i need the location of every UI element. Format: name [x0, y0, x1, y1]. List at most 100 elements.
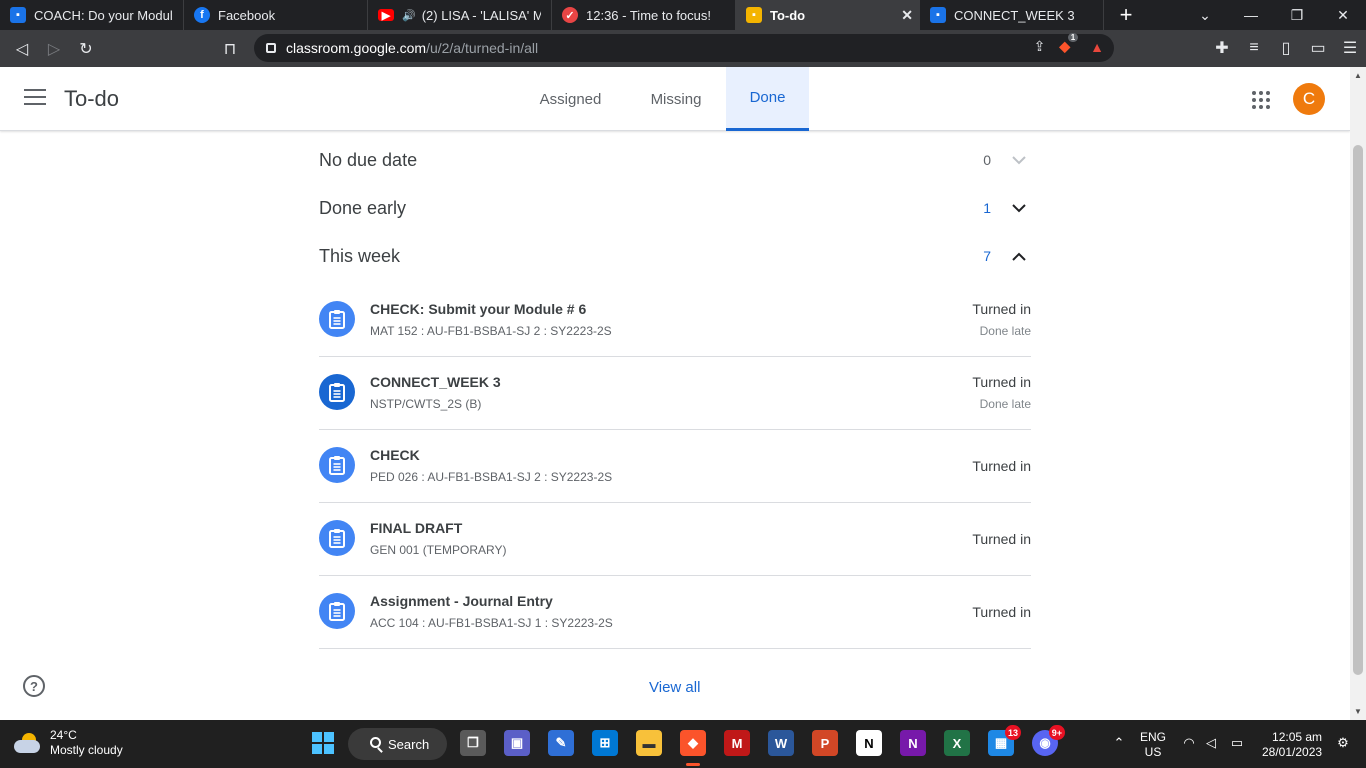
address-bar[interactable]: classroom.google.com/u/2/a/turned-in/all…	[254, 33, 1114, 62]
extensions-icon[interactable]: ✚	[1206, 32, 1238, 64]
list-item[interactable]: Assignment - Journal Entry ACC 104 : AU-…	[319, 576, 1031, 649]
facebook-icon: f	[194, 7, 210, 23]
notifications-icon[interactable]: ⚙	[1330, 730, 1356, 756]
url-host: classroom.google.com	[286, 40, 427, 56]
bookmark-icon[interactable]: ⊓	[214, 33, 246, 65]
tab-missing[interactable]: Missing	[634, 67, 718, 131]
weather-temp: 24°C	[50, 728, 77, 742]
mcafee-icon[interactable]: M	[724, 730, 750, 756]
volume-icon[interactable]: ◁	[1198, 730, 1224, 756]
windows-start-icon[interactable]	[310, 730, 336, 756]
classroom-icon: ▪	[930, 7, 946, 23]
lang-secondary: US	[1144, 745, 1162, 759]
assignment-class: NSTP/CWTS_2S (B)	[370, 397, 482, 411]
teams-chat-icon[interactable]: ▣	[504, 730, 530, 756]
menu-icon[interactable]: ☰	[1334, 32, 1366, 64]
speaker-icon[interactable]: 🔊	[402, 9, 416, 22]
list-item[interactable]: FINAL DRAFT GEN 001 (TEMPORARY) Turned i…	[319, 503, 1031, 576]
new-tab-button[interactable]: +	[1104, 0, 1148, 30]
browser-tab[interactable]: f Facebook	[184, 0, 368, 30]
section-count: 0	[983, 152, 991, 168]
section-no-due-date[interactable]: No due date 0	[319, 140, 1031, 180]
section-this-week[interactable]: This week 7	[319, 236, 1031, 276]
restore-button[interactable]: ❐	[1274, 0, 1320, 30]
scroll-thumb[interactable]	[1353, 145, 1363, 675]
section-count: 7	[983, 248, 991, 264]
status-text: Turned in	[972, 458, 1031, 474]
scrollbar[interactable]: ▲ ▼	[1350, 67, 1366, 720]
lock-icon	[266, 43, 276, 53]
tab-assigned[interactable]: Assigned	[523, 67, 618, 131]
status-text: Turned in	[972, 604, 1031, 620]
close-tab-icon[interactable]: ✕	[901, 7, 913, 24]
excel-icon[interactable]: X	[944, 730, 970, 756]
avatar[interactable]: C	[1293, 83, 1325, 115]
browser-tab[interactable]: ▪ COACH: Do your Modules #	[0, 0, 184, 30]
status-text: Turned in	[972, 531, 1031, 547]
browser-tab[interactable]: ▪ CONNECT_WEEK 3	[920, 0, 1104, 30]
file-explorer-icon[interactable]: ▬	[636, 730, 662, 756]
classroom-icon: ▪	[746, 7, 762, 23]
list-item[interactable]: CHECK: Submit your Module # 6 MAT 152 : …	[319, 284, 1031, 357]
google-apps-icon[interactable]	[1252, 91, 1270, 109]
scroll-up-icon[interactable]: ▲	[1354, 71, 1362, 80]
page-title: To-do	[64, 86, 120, 111]
cloudy-weather-icon	[14, 733, 40, 753]
chevron-up-icon[interactable]	[1007, 244, 1031, 268]
chevron-down-icon[interactable]	[1007, 196, 1031, 220]
section-done-early[interactable]: Done early 1	[319, 188, 1031, 228]
back-icon[interactable]: ◁	[6, 33, 38, 65]
weather-widget[interactable]: 24°C Mostly cloudy	[14, 728, 123, 758]
assignment-class: GEN 001 (TEMPORARY)	[370, 543, 507, 557]
close-window-button[interactable]: ✕	[1320, 0, 1366, 30]
word-icon[interactable]: W	[768, 730, 794, 756]
share-icon[interactable]: ⇪	[1034, 38, 1046, 55]
tab-search-icon[interactable]: ⌄	[1182, 0, 1228, 30]
list-item[interactable]: CONNECT_WEEK 3 NSTP/CWTS_2S (B) Turned i…	[319, 357, 1031, 430]
browser-tab-active[interactable]: ▪ To-do ✕	[736, 0, 920, 30]
browser-tab[interactable]: ✓ 12:36 - Time to focus!	[552, 0, 736, 30]
media-control-icon[interactable]: ≡	[1238, 32, 1270, 64]
assignment-title: CHECK	[370, 447, 420, 463]
status-text: Turned in	[972, 301, 1031, 317]
forward-icon[interactable]: ▷	[38, 33, 70, 65]
search-icon	[370, 737, 381, 748]
show-hidden-icons-icon[interactable]: ⌃	[1106, 730, 1132, 756]
brave-shield-icon[interactable]: ◆ 1	[1059, 33, 1079, 55]
list-item[interactable]: CHECK PED 026 : AU-FB1-BSBA1-SJ 2 : SY22…	[319, 430, 1031, 503]
minimize-button[interactable]: —	[1228, 0, 1274, 30]
help-icon[interactable]: ?	[23, 675, 45, 697]
notion-icon[interactable]: N	[856, 730, 882, 756]
tab-title: Facebook	[218, 7, 276, 23]
section-count: 1	[983, 200, 991, 216]
reload-icon[interactable]: ↻	[70, 33, 102, 65]
clock[interactable]: 12:05 am 28/01/2023	[1262, 730, 1322, 760]
discord-icon[interactable]: ◉ 9+	[1032, 725, 1065, 756]
taskbar: 24°C Mostly cloudy Search ❐ ▣ ✎ ⊞ ▬ ◆ M …	[0, 720, 1366, 768]
brave-browser-icon[interactable]: ◆	[680, 730, 706, 766]
language-indicator[interactable]: ENG US	[1140, 730, 1166, 760]
brave-rewards-icon[interactable]: ▲	[1090, 39, 1104, 55]
onenote-icon[interactable]: N	[900, 730, 926, 756]
browser-tab[interactable]: ▶ 🔊 (2) LISA - 'LALISA' M/V	[368, 0, 552, 30]
sidebar-icon[interactable]: ▯	[1270, 32, 1302, 64]
teams-icon[interactable]: ▦ 13	[988, 725, 1021, 756]
pen-app-icon[interactable]: ✎	[548, 730, 574, 756]
scroll-down-icon[interactable]: ▼	[1354, 707, 1362, 716]
task-view-icon[interactable]: ❐	[460, 730, 486, 756]
main-menu-icon[interactable]	[24, 89, 46, 107]
classroom-icon: ▪	[10, 7, 26, 23]
powerpoint-icon[interactable]: P	[812, 730, 838, 756]
wallet-icon[interactable]: ▭	[1302, 32, 1334, 64]
youtube-icon: ▶	[378, 9, 394, 22]
assignment-icon	[319, 447, 355, 483]
tab-title: COACH: Do your Modules #	[34, 7, 173, 23]
battery-icon[interactable]: ▭	[1224, 730, 1250, 756]
taskbar-search[interactable]: Search	[348, 728, 447, 760]
assignment-icon	[319, 593, 355, 629]
tab-done[interactable]: Done	[726, 67, 809, 131]
store-icon[interactable]: ⊞	[592, 730, 618, 756]
view-all-link[interactable]: View all	[649, 679, 700, 696]
chevron-down-icon[interactable]	[1007, 148, 1031, 172]
assignment-class: PED 026 : AU-FB1-BSBA1-SJ 2 : SY2223-2S	[370, 470, 613, 484]
